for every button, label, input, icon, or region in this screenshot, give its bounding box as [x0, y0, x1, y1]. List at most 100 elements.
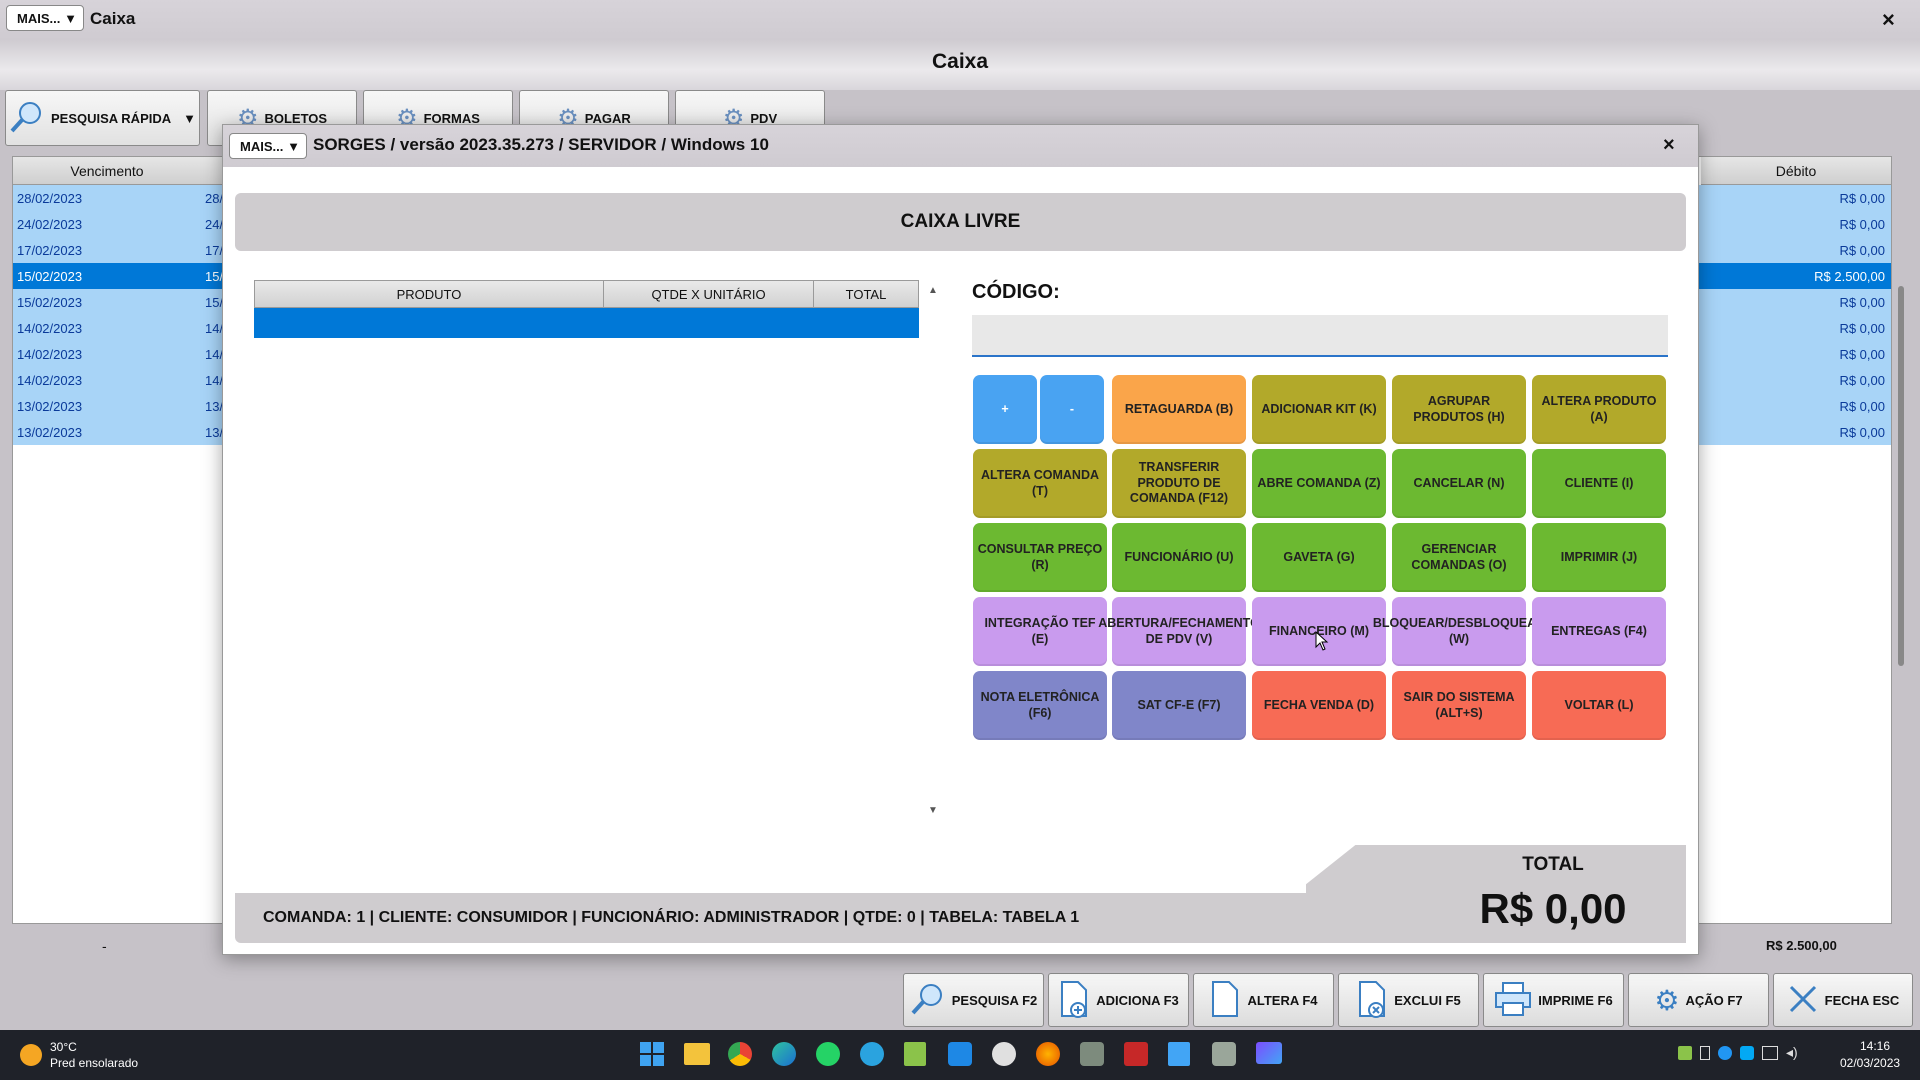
acao-button[interactable]: ⚙ AÇÃO F7 [1628, 973, 1769, 1027]
increment-button[interactable]: + [973, 375, 1037, 444]
total-label: TOTAL [1522, 854, 1584, 875]
pdv-modal: MAIS... ▼ SORGES / versão 2023.35.273 / … [222, 124, 1699, 955]
clock-date[interactable]: 02/03/2023 [1840, 1056, 1900, 1070]
fecha-label: FECHA ESC [1824, 992, 1900, 1008]
firefox-icon[interactable] [1036, 1042, 1060, 1066]
chevron-down-icon: ▼ [183, 110, 197, 126]
file-explorer-icon[interactable] [684, 1043, 710, 1065]
sair-sistema-button[interactable]: SAIR DO SISTEMA (ALT+S) [1392, 671, 1526, 740]
transferir-produto-button[interactable]: TRANSFERIR PRODUTO DE COMANDA (F12) [1112, 449, 1246, 518]
bloquear-desbloquear-button[interactable]: BLOQUEAR/DESBLOQUEAR (W) [1373, 597, 1545, 666]
start-icon[interactable] [640, 1042, 664, 1066]
whatsapp-icon[interactable] [816, 1042, 840, 1066]
cell-debito: R$ 0,00 [1839, 398, 1885, 414]
imprimir-button[interactable]: IMPRIMIR (J) [1532, 523, 1666, 592]
product-list-scrollbar[interactable]: ▲ ▼ [926, 285, 940, 816]
app-blue-icon[interactable] [948, 1042, 972, 1066]
cell-debito: R$ 0,00 [1839, 424, 1885, 440]
decrement-button[interactable]: - [1040, 375, 1104, 444]
search-icon [9, 99, 45, 138]
altera-button[interactable]: ALTERA F4 [1193, 973, 1334, 1027]
column-header-qtde[interactable]: QTDE X UNITÁRIO [604, 281, 814, 307]
cell-vencimento: 17/02/2023 [17, 242, 83, 258]
grid-footer-total: R$ 2.500,00 [1766, 938, 1837, 953]
cancelar-button[interactable]: CANCELAR (N) [1392, 449, 1526, 518]
scrollbar-thumb[interactable] [1898, 286, 1904, 666]
video-editor-icon[interactable] [1256, 1042, 1282, 1064]
cell-debito: R$ 0,00 [1839, 242, 1885, 258]
window-title: Caixa [90, 9, 136, 28]
imprime-button[interactable]: IMPRIME F6 [1483, 973, 1624, 1027]
product-row-selected[interactable] [254, 308, 919, 338]
close-icon[interactable]: × [1882, 7, 1895, 33]
abre-comanda-button[interactable]: ABRE COMANDA (Z) [1252, 449, 1386, 518]
tray-network-icon[interactable] [1718, 1046, 1732, 1060]
outer-titlebar [0, 0, 1920, 40]
outer-menu-label: MAIS... [17, 10, 61, 26]
nota-eletronica-button[interactable]: NOTA ELETRÔNICA (F6) [973, 671, 1107, 740]
cell-vencimento: 15/02/2023 [17, 268, 83, 284]
filezilla-icon[interactable] [1124, 1042, 1148, 1066]
cell-debito: R$ 0,00 [1839, 372, 1885, 388]
codigo-input[interactable] [972, 315, 1668, 357]
weather-desc[interactable]: Pred ensolarado [50, 1056, 138, 1070]
agrupar-produtos-button[interactable]: AGRUPAR PRODUTOS (H) [1392, 375, 1526, 444]
column-header-debito[interactable]: Débito [1701, 157, 1891, 185]
quick-search-button[interactable]: PESQUISA RÁPIDA ▼ [5, 90, 200, 146]
altera-label: ALTERA F4 [1247, 992, 1318, 1008]
retaguarda-button[interactable]: RETAGUARDA (B) [1112, 375, 1246, 444]
telegram-icon[interactable] [860, 1042, 884, 1066]
imprime-label: IMPRIME F6 [1538, 992, 1613, 1008]
column-header-vencimento[interactable]: Vencimento [13, 157, 201, 185]
adicionar-kit-button[interactable]: ADICIONAR KIT (K) [1252, 375, 1386, 444]
caixa-status-banner: CAIXA LIVRE [235, 193, 1686, 251]
integracao-tef-button[interactable]: INTEGRAÇÃO TEF (E) [973, 597, 1107, 666]
modal-menu-dropdown[interactable]: MAIS... ▼ [229, 133, 307, 159]
chrome-icon[interactable] [728, 1042, 752, 1066]
fecha-button[interactable]: FECHA ESC [1773, 973, 1913, 1027]
weather-temp[interactable]: 30°C [50, 1040, 77, 1054]
altera-comanda-button[interactable]: ALTERA COMANDA (T) [973, 449, 1107, 518]
spreadsheet-icon[interactable] [904, 1042, 926, 1066]
sorges-active-icon[interactable] [1212, 1042, 1236, 1066]
consultar-preco-button[interactable]: CONSULTAR PREÇO (R) [973, 523, 1107, 592]
chevron-down-icon: ▼ [287, 138, 300, 154]
gerenciar-comandas-button[interactable]: GERENCIAR COMANDAS (O) [1392, 523, 1526, 592]
outer-menu-dropdown[interactable]: MAIS... ▼ [6, 5, 84, 31]
onedrive-icon[interactable] [1740, 1046, 1754, 1060]
close-icon[interactable]: × [1663, 134, 1675, 157]
scroll-down-icon[interactable]: ▼ [926, 805, 940, 816]
pesquisa-label: PESQUISA F2 [951, 992, 1038, 1008]
column-header-produto[interactable]: PRODUTO [255, 281, 604, 307]
scroll-up-icon[interactable]: ▲ [926, 285, 940, 296]
altera-produto-button[interactable]: ALTERA PRODUTO (A) [1532, 375, 1666, 444]
gaveta-button[interactable]: GAVETA (G) [1252, 523, 1386, 592]
adiciona-button[interactable]: ADICIONA F3 [1048, 973, 1189, 1027]
cell-vencimento: 14/02/2023 [17, 372, 83, 388]
abertura-fechamento-pdv-button[interactable]: ABERTURA/FECHAMENTO DE PDV (V) [1098, 597, 1260, 666]
exclui-button[interactable]: EXCLUI F5 [1338, 973, 1479, 1027]
column-header-total[interactable]: TOTAL [814, 281, 918, 307]
display-icon[interactable] [1762, 1046, 1778, 1060]
clock-time[interactable]: 14:16 [1860, 1039, 1890, 1053]
notepad-icon[interactable] [1168, 1042, 1190, 1066]
scrollbar[interactable] [1896, 156, 1906, 924]
voltar-button[interactable]: VOLTAR (L) [1532, 671, 1666, 740]
funcionario-button[interactable]: FUNCIONÁRIO (U) [1112, 523, 1246, 592]
weather-icon[interactable] [20, 1044, 42, 1066]
entregas-button[interactable]: ENTREGAS (F4) [1532, 597, 1666, 666]
taskbar: 30°C Pred ensolarado ◂) 14:16 02/03/2023 [0, 1030, 1920, 1080]
battery-icon[interactable] [1700, 1046, 1710, 1060]
cliente-button[interactable]: CLIENTE (I) [1532, 449, 1666, 518]
cell-vencimento: 13/02/2023 [17, 424, 83, 440]
sorges-icon[interactable] [1080, 1042, 1104, 1066]
total-value: R$ 0,00 [1479, 885, 1627, 932]
volume-icon[interactable]: ◂) [1786, 1044, 1798, 1061]
pesquisa-button[interactable]: PESQUISA F2 [903, 973, 1044, 1027]
product-table-header: PRODUTO QTDE X UNITÁRIO TOTAL [254, 280, 919, 308]
edge-icon[interactable] [772, 1042, 796, 1066]
sat-cfe-button[interactable]: SAT CF-E (F7) [1112, 671, 1246, 740]
tray-app-icon[interactable] [1678, 1046, 1692, 1060]
app-round-icon[interactable] [992, 1042, 1016, 1066]
fecha-venda-button[interactable]: FECHA VENDA (D) [1252, 671, 1386, 740]
